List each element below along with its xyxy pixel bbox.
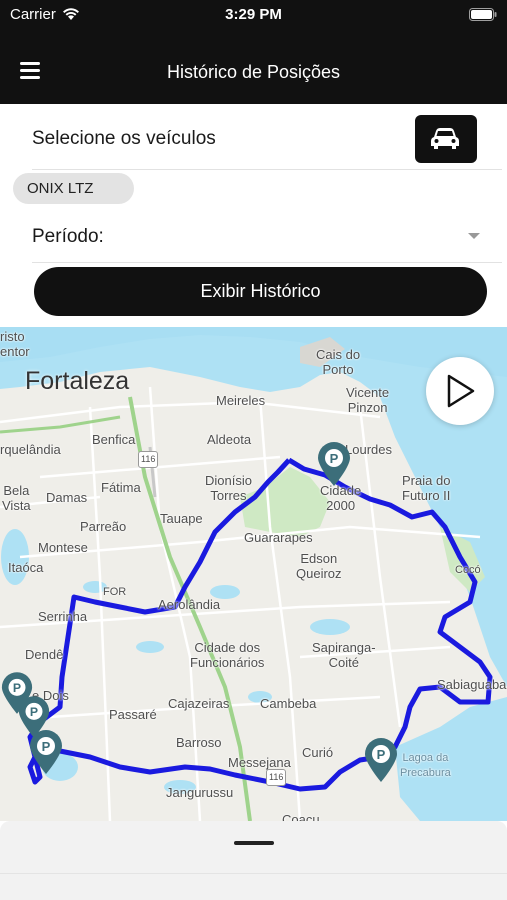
- map-label: Bela Vista: [2, 483, 31, 513]
- bottom-sheet: [0, 821, 507, 900]
- map-label: Cidade dos Funcionários: [190, 640, 265, 670]
- period-label: Período:: [32, 226, 104, 247]
- map-view[interactable]: Fortaleza risto entor Cais do Porto Vice…: [0, 327, 507, 821]
- page-title: Histórico de Posições: [166, 62, 341, 82]
- map-label: Tauape: [160, 511, 203, 526]
- map-label: Dendê: [25, 647, 64, 662]
- map-label: Cidade 2000: [320, 483, 362, 513]
- map-label: Cais do Porto: [316, 347, 361, 377]
- map-label: Praia do Futuro II: [402, 473, 451, 503]
- map-label: Fátima: [101, 480, 141, 495]
- map-label: Barroso: [176, 735, 222, 750]
- map-label: FOR: [103, 586, 127, 598]
- map-label: Serrinha: [38, 609, 88, 624]
- map-label: Passaré: [109, 707, 157, 722]
- map-label: rquelândia: [0, 442, 61, 457]
- parking-marker-icon[interactable]: P: [316, 441, 352, 487]
- map-label: Lourdes: [345, 442, 392, 457]
- svg-text:P: P: [13, 681, 21, 695]
- svg-text:P: P: [30, 705, 38, 719]
- city-label: Fortaleza: [25, 367, 130, 395]
- map-label: Coaçu: [282, 812, 320, 821]
- map-label: Montese: [38, 540, 88, 555]
- map-label: Aerolândia: [158, 597, 221, 612]
- battery-icon: [469, 8, 497, 25]
- selected-vehicle-chip[interactable]: ONIX LTZ: [13, 173, 134, 204]
- navigation-bar: Histórico de Posições: [0, 50, 507, 94]
- map-label: Sabiaguaba: [437, 677, 507, 692]
- map-label: Lagoa da Precabura: [400, 752, 451, 779]
- map-label: Jangurussu: [166, 785, 234, 800]
- map-label: Cajazeiras: [168, 696, 230, 711]
- map-label: Aldeota: [207, 432, 252, 447]
- show-history-button[interactable]: Exibir Histórico: [34, 267, 487, 316]
- status-bar: Carrier 3:29 PM: [0, 5, 507, 25]
- map-label: risto entor: [0, 329, 30, 359]
- vehicles-label: Selecione os veículos: [32, 128, 216, 149]
- map-label: Itaóca: [8, 560, 44, 575]
- select-vehicle-button[interactable]: [415, 115, 477, 163]
- divider: [0, 873, 507, 874]
- map-label: Damas: [46, 490, 88, 505]
- highway-shield: 116: [138, 451, 159, 468]
- parking-marker-icon[interactable]: P: [28, 729, 64, 775]
- svg-text:P: P: [42, 739, 51, 754]
- car-icon: [431, 128, 459, 149]
- chevron-down-icon: [468, 233, 480, 239]
- map-label: Cambeba: [260, 696, 317, 711]
- map-label: Dionísio Torres: [205, 473, 252, 503]
- map-label: Curió: [302, 745, 334, 760]
- app-header: Carrier 3:29 PM Histórico de Posições: [0, 0, 507, 104]
- clock: 3:29 PM: [225, 6, 282, 23]
- play-route-button[interactable]: [426, 357, 494, 425]
- highway-shield: 116: [266, 769, 287, 786]
- map-label: Edson Queiroz: [296, 551, 342, 581]
- svg-text:P: P: [330, 451, 339, 466]
- sheet-drag-handle[interactable]: [234, 841, 274, 845]
- map-label: Parreão: [80, 519, 127, 534]
- map-label: Benfica: [92, 432, 136, 447]
- period-selector[interactable]: Período:: [32, 210, 502, 263]
- map-label: Messejana: [228, 755, 291, 770]
- vehicle-selector-row[interactable]: Selecione os veículos: [32, 104, 502, 170]
- parking-marker-icon[interactable]: P: [363, 737, 399, 783]
- map-label: Vicente Pinzon: [346, 385, 390, 415]
- map-label: Cocó: [455, 564, 481, 576]
- map-label: Sapiranga- Coité: [312, 640, 376, 670]
- svg-text:P: P: [377, 747, 386, 762]
- play-icon: [447, 374, 475, 408]
- map-label: Guararapes: [244, 530, 313, 545]
- map-label: Meireles: [216, 393, 266, 408]
